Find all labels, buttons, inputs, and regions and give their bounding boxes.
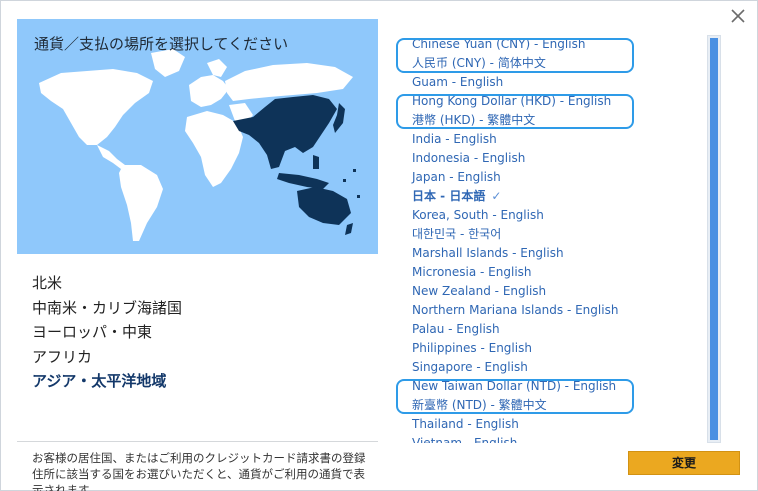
world-map-panel: 通貨／支払の場所を選択してください (17, 19, 378, 254)
scrollbar-thumb[interactable] (710, 38, 718, 440)
country-item-vietnam[interactable]: Vietnam - English (395, 434, 703, 443)
check-icon: ✓ (491, 189, 502, 203)
country-item-ntd-en[interactable]: New Taiwan Dollar (NTD) - English (395, 377, 703, 396)
country-item-korea-ko[interactable]: 대한민국 - 한국어 (395, 225, 703, 244)
currency-note: お客様の居住国、またはご利用のクレジットカード請求書の登録住所に該当する国をお選… (32, 451, 366, 491)
country-item-philippines[interactable]: Philippines - English (395, 339, 703, 358)
region-item-asia-pacific[interactable]: アジア・太平洋地域 (32, 369, 182, 394)
country-item-guam[interactable]: Guam - English (395, 73, 703, 92)
change-button[interactable]: 変更 (628, 451, 740, 475)
country-item-hkd-zh[interactable]: 港幣 (HKD) - 繁體中文 (395, 111, 703, 130)
world-map[interactable] (17, 19, 378, 254)
page-title: 通貨／支払の場所を選択してください (34, 35, 289, 53)
country-item-cny-en[interactable]: Chinese Yuan (CNY) - English (395, 35, 703, 54)
country-item-new-zealand[interactable]: New Zealand - English (395, 282, 703, 301)
country-item-indonesia[interactable]: Indonesia - English (395, 149, 703, 168)
country-item-palau[interactable]: Palau - English (395, 320, 703, 339)
country-item-korea-en[interactable]: Korea, South - English (395, 206, 703, 225)
country-item-cny-zh[interactable]: 人民币 (CNY) - 简体中文 (395, 54, 703, 73)
country-item-label: 日本 - 日本語 (412, 189, 486, 203)
country-item-singapore[interactable]: Singapore - English (395, 358, 703, 377)
country-item-india[interactable]: India - English (395, 130, 703, 149)
currency-location-dialog: 通貨／支払の場所を選択してください 北米 中南米・カリブ海諸国 ヨーロッパ・中東… (0, 0, 758, 491)
region-list: 北米 中南米・カリブ海諸国 ヨーロッパ・中東 アフリカ アジア・太平洋地域 (32, 271, 182, 394)
country-item-hkd-en[interactable]: Hong Kong Dollar (HKD) - English (395, 92, 703, 111)
country-item-japan-en[interactable]: Japan - English (395, 168, 703, 187)
country-item-ntd-zh[interactable]: 新臺幣 (NTD) - 繁體中文 (395, 396, 703, 415)
divider (17, 441, 378, 442)
country-item-marshall-islands[interactable]: Marshall Islands - English (395, 244, 703, 263)
country-item-micronesia[interactable]: Micronesia - English (395, 263, 703, 282)
country-item-northern-mariana[interactable]: Northern Mariana Islands - English (395, 301, 703, 320)
region-item-latin-america[interactable]: 中南米・カリブ海諸国 (32, 296, 182, 321)
country-item-thailand[interactable]: Thailand - English (395, 415, 703, 434)
country-list[interactable]: Chinese Yuan (CNY) - English 人民币 (CNY) -… (395, 35, 703, 443)
country-item-japan-ja[interactable]: 日本 - 日本語 ✓ (395, 187, 703, 206)
region-item-north-america[interactable]: 北米 (32, 271, 182, 296)
region-item-europe-middle-east[interactable]: ヨーロッパ・中東 (32, 320, 182, 345)
scrollbar-track[interactable] (707, 35, 721, 443)
region-item-africa[interactable]: アフリカ (32, 345, 182, 370)
close-icon[interactable] (729, 7, 747, 25)
